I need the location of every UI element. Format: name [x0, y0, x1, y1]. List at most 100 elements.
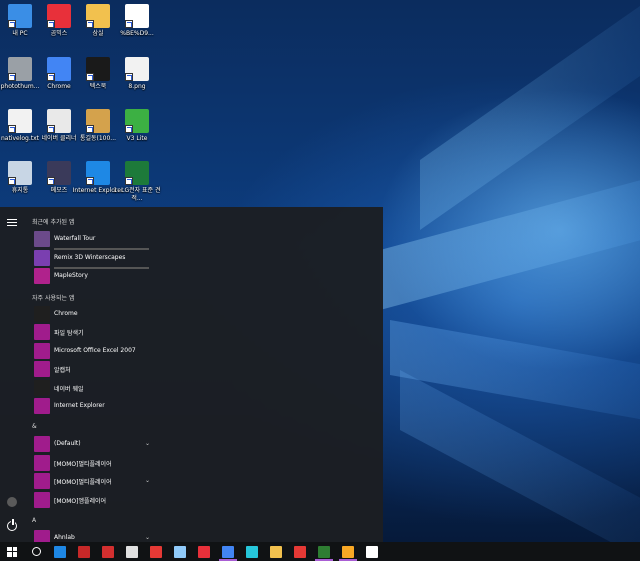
app-red-icon	[294, 545, 306, 558]
desktop-icon[interactable]: V3 Lite	[111, 109, 163, 143]
start-menu-item-label: Chrome	[54, 310, 78, 317]
search-icon	[31, 547, 41, 556]
ie-icon	[54, 545, 66, 558]
taskbar-button[interactable]	[192, 542, 216, 561]
hamburger-icon[interactable]	[7, 219, 17, 227]
taskbar-button[interactable]	[120, 542, 144, 561]
maplestory-icon	[34, 268, 50, 284]
memoz-icon	[47, 161, 71, 185]
shortcut-arrow-icon	[47, 73, 55, 81]
recycle-bin-icon	[8, 161, 32, 185]
taskbar-button[interactable]	[72, 542, 96, 561]
section-header-recent: 최근에 추가된 앱	[32, 219, 75, 226]
blank-file-icon	[125, 4, 149, 28]
windows-icon	[7, 546, 17, 557]
chevron-down-icon[interactable]: ⌄	[145, 534, 150, 541]
chevron-down-icon[interactable]: ⌄	[145, 477, 150, 484]
power-icon[interactable]	[7, 519, 17, 531]
shortcut-arrow-icon	[8, 20, 16, 28]
start-menu-item[interactable]: 파일 탐색기	[32, 324, 152, 341]
start-menu-item[interactable]: 알캡처	[32, 361, 152, 378]
start-rail	[0, 207, 24, 542]
taskbar-button[interactable]	[24, 542, 48, 561]
start-menu-item[interactable]: Remix 3D Winterscapes	[32, 250, 152, 269]
start-menu-item[interactable]: [MOMO]멀티플레이어 ⌄	[32, 473, 152, 490]
start-menu-item[interactable]: [MOMO]멀티플레이어	[32, 455, 152, 472]
wallpaper-beam	[380, 169, 640, 310]
shortcut-arrow-icon	[86, 125, 94, 133]
taskbar-button[interactable]	[96, 542, 120, 561]
shortcut-arrow-icon	[125, 125, 133, 133]
start-menu-item[interactable]: [MOMO]엠플레이어	[32, 492, 152, 509]
taskbar-button[interactable]	[216, 542, 240, 561]
app-blue-doc-icon	[174, 545, 186, 558]
taskbar-button[interactable]	[264, 542, 288, 561]
start-menu-item-label: 알캡처	[54, 367, 71, 374]
taskbar-button[interactable]	[168, 542, 192, 561]
cd-icon	[86, 109, 110, 133]
section-header-a: A	[32, 517, 37, 524]
start-menu-item[interactable]: Chrome	[32, 306, 152, 323]
shortcut-arrow-icon	[47, 177, 55, 185]
chrome-icon	[47, 57, 71, 81]
taskbar-apps	[24, 542, 384, 561]
start-menu-item-label: Waterfall Tour	[54, 235, 96, 242]
taskbar-button[interactable]	[48, 542, 72, 561]
desktop-icon-label: V3 Lite	[126, 135, 148, 142]
start-menu-item[interactable]: 네이버 웨일	[32, 380, 152, 397]
shortcut-arrow-icon	[47, 20, 55, 28]
taskbar-button[interactable]	[288, 542, 312, 561]
naver-whale-icon	[34, 380, 50, 396]
start-menu-item-label: Internet Explorer	[54, 402, 105, 409]
taskbar-button[interactable]	[240, 542, 264, 561]
folder-icon	[86, 4, 110, 28]
start-menu-item[interactable]: (Default) ⌄	[32, 436, 152, 453]
start-menu-item-label: 네이버 웨일	[54, 386, 84, 393]
start-menu-item[interactable]: Ahnlab ⌄	[32, 530, 152, 542]
image-file-icon	[125, 57, 149, 81]
gom-mix-icon	[47, 4, 71, 28]
start-menu-item[interactable]: Internet Explorer	[32, 398, 152, 415]
taskbar-button[interactable]	[144, 542, 168, 561]
chevron-down-icon[interactable]: ⌄	[145, 440, 150, 447]
computer-icon	[8, 4, 32, 28]
shortcut-arrow-icon	[8, 125, 16, 133]
settings-gear-icon	[366, 545, 378, 558]
start-menu-item[interactable]: MapleStory	[32, 268, 152, 285]
start-menu-item-label: [MOMO]엠플레이어	[54, 498, 107, 505]
file-explorer-icon	[34, 324, 50, 340]
start-menu-item-label: (Default)	[54, 440, 81, 447]
desktop-icon[interactable]: 1. LG전자 표준 견적...	[111, 161, 163, 203]
start-button[interactable]	[0, 542, 24, 561]
section-header-frequent: 자주 사용되는 앱	[32, 295, 75, 302]
chrome-icon	[222, 545, 234, 558]
app-red-grid-icon	[78, 545, 90, 558]
taskbar-button[interactable]	[336, 542, 360, 561]
excel-icon	[318, 545, 330, 558]
taskbar-button[interactable]	[312, 542, 336, 561]
desktop-icon-label: 8.png	[128, 83, 146, 90]
momo-player-icon	[34, 492, 50, 508]
start-menu-item[interactable]: Waterfall Tour	[32, 231, 152, 250]
desktop-icon[interactable]: 8.png	[111, 57, 163, 91]
ie-icon	[34, 398, 50, 414]
shortcut-arrow-icon	[125, 177, 133, 185]
start-menu-item-label: [MOMO]멀티플레이어	[54, 461, 112, 468]
start-menu-item[interactable]: Microsoft Office Excel 2007	[32, 343, 152, 360]
start-menu: 최근에 추가된 앱 자주 사용되는 앱 & A Waterfall Tour Re…	[0, 207, 383, 542]
excel-icon	[125, 161, 149, 185]
user-account-icon[interactable]	[7, 497, 17, 507]
taskbar-button[interactable]	[360, 542, 384, 561]
start-menu-item-label: [MOMO]멀티플레이어	[54, 479, 112, 486]
start-menu-item-label: Remix 3D Winterscapes	[54, 254, 126, 261]
gom-mix-icon	[198, 545, 210, 558]
naver-whale-icon	[246, 545, 258, 558]
momo-multi-icon	[34, 455, 50, 471]
desktop-icon[interactable]: %BE%D9...	[111, 4, 163, 38]
folder-icon	[34, 473, 50, 489]
start-menu-item-label: Microsoft Office Excel 2007	[54, 347, 136, 354]
shortcut-arrow-icon	[125, 20, 133, 28]
alcapture-icon	[34, 361, 50, 377]
excel-icon	[34, 343, 50, 359]
chrome-icon	[34, 306, 50, 322]
